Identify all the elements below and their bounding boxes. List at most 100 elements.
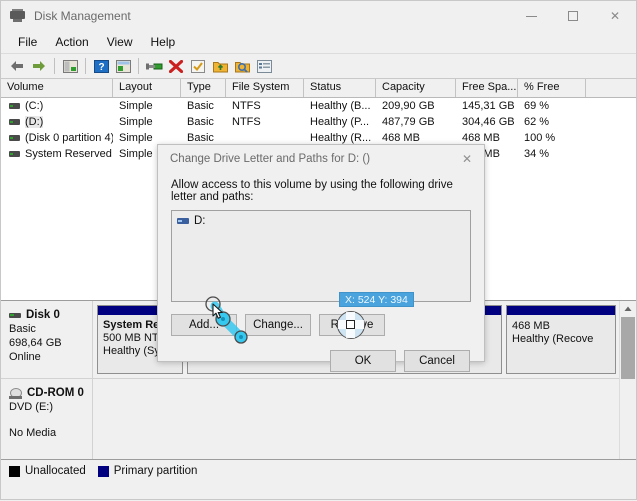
dialog-close-button[interactable]: ✕	[450, 145, 484, 173]
disk-name-row: CD-ROM 0	[9, 387, 86, 399]
disk-icon	[9, 312, 21, 318]
cell-type: Basic	[187, 132, 214, 144]
list-view-icon[interactable]	[253, 55, 275, 77]
close-icon: ✕	[609, 9, 621, 23]
cell-percent-free: 62 %	[524, 116, 550, 128]
check-icon[interactable]	[187, 55, 209, 77]
disk-info-disk0[interactable]: Disk 0 Basic 698,64 GB Online	[1, 301, 93, 378]
drive-icon	[9, 119, 20, 125]
disk-management-window: Disk Management ✕ File Action View Help …	[0, 0, 637, 500]
legend-label-primary: Primary partition	[113, 465, 198, 477]
cell-volume: (C:)	[1, 100, 113, 112]
disk-type-label: Basic	[9, 323, 36, 335]
dialog-confirm-buttons: OK Cancel	[171, 350, 471, 372]
cell-type: Basic	[187, 116, 214, 128]
disk-name-row: Disk 0	[9, 309, 86, 321]
legend-label-unallocated: Unallocated	[25, 465, 86, 477]
column-header-filler	[586, 79, 636, 97]
cell-layout: Simple	[119, 116, 153, 128]
column-header-layout[interactable]: Layout	[113, 79, 181, 97]
help-icon[interactable]: ?	[90, 55, 112, 77]
mouse-cursor-icon	[212, 303, 225, 320]
column-header-free-space[interactable]: Free Spa...	[456, 79, 518, 97]
cell-capacity: 468 MB	[382, 132, 420, 144]
disk-panel-scrollbar[interactable]	[619, 301, 636, 481]
partition-status: Healthy (Recove	[512, 333, 594, 345]
menu-item-help[interactable]: Help	[142, 33, 185, 51]
scrollbar-thumb[interactable]	[621, 317, 635, 379]
column-header-type[interactable]: Type	[181, 79, 226, 97]
properties-icon[interactable]	[112, 55, 134, 77]
change-button[interactable]: Change...	[245, 314, 311, 336]
cursor-coordinate-badge: X: 524 Y: 394	[339, 292, 414, 307]
cell-volume: (D:)	[1, 116, 113, 128]
cell-volume-label: System Reserved	[25, 148, 112, 160]
change-drive-letter-dialog: Change Drive Letter and Paths for D: () …	[157, 144, 485, 372]
disk-status-label: No Media	[9, 427, 57, 439]
close-button[interactable]: ✕	[594, 1, 636, 31]
disk-name-label: CD-ROM 0	[27, 387, 84, 399]
cell-status: Healthy (P...	[310, 116, 370, 128]
disk-type-label: DVD (E:)	[9, 401, 53, 413]
table-row[interactable]: (C:) Simple Basic NTFS Healthy (B... 209…	[1, 98, 636, 114]
cell-percent-free: 69 %	[524, 100, 550, 112]
window-controls: ✕	[510, 1, 636, 31]
back-icon[interactable]	[6, 55, 28, 77]
cell-type: Basic	[187, 100, 214, 112]
drive-paths-listbox[interactable]: D:	[171, 210, 471, 339]
export-icon[interactable]	[209, 55, 231, 77]
column-header-percent-free[interactable]: % Free	[518, 79, 586, 97]
add-button[interactable]: Add...	[171, 314, 237, 336]
menu-bar: File Action View Help	[1, 31, 636, 53]
cell-volume: (Disk 0 partition 4)	[1, 132, 113, 144]
list-item[interactable]: D:	[177, 215, 465, 227]
drive-icon	[177, 218, 189, 224]
legend-item-unallocated: Unallocated	[9, 465, 86, 477]
delete-icon[interactable]	[165, 55, 187, 77]
cell-volume: System Reserved	[1, 148, 113, 160]
ok-button[interactable]: OK	[330, 350, 396, 372]
minimize-button[interactable]	[510, 1, 552, 31]
legend-swatch-primary	[97, 465, 109, 477]
connect-icon[interactable]	[143, 55, 165, 77]
scroll-up-icon[interactable]	[620, 301, 636, 317]
show-hide-console-tree-icon[interactable]	[59, 55, 81, 77]
maximize-button[interactable]	[552, 1, 594, 31]
disk-name-label: Disk 0	[26, 309, 60, 321]
cell-status: Healthy (B...	[310, 100, 371, 112]
cell-file-system: NTFS	[232, 100, 261, 112]
forward-icon[interactable]	[28, 55, 50, 77]
svg-text:?: ?	[98, 62, 104, 73]
toolbar-separator-1	[54, 58, 55, 74]
toolbar: ?	[1, 53, 636, 79]
search-icon[interactable]	[231, 55, 253, 77]
column-header-status[interactable]: Status	[304, 79, 376, 97]
column-header-volume[interactable]: Volume	[1, 79, 113, 97]
table-row[interactable]: (D:) Simple Basic NTFS Healthy (P... 487…	[1, 114, 636, 130]
drive-icon	[9, 135, 20, 141]
dialog-prompt: Allow access to this volume by using the…	[171, 179, 453, 203]
partition-color-bar	[507, 306, 615, 315]
partition-recovery[interactable]: 468 MB Healthy (Recove	[506, 305, 616, 374]
column-header-file-system[interactable]: File System	[226, 79, 304, 97]
legend: Unallocated Primary partition	[1, 459, 636, 499]
cell-volume-label: (C:)	[25, 100, 44, 112]
drive-icon	[9, 103, 20, 109]
volume-list-header: Volume Layout Type File System Status Ca…	[1, 79, 636, 98]
cell-volume-label: (D:)	[25, 116, 44, 128]
dialog-title: Change Drive Letter and Paths for D: ()	[170, 153, 371, 165]
cell-status: Healthy (R...	[310, 132, 372, 144]
menu-item-view[interactable]: View	[98, 33, 142, 51]
window-title: Disk Management	[34, 9, 131, 23]
cell-layout: Simple	[119, 132, 153, 144]
cell-capacity: 209,90 GB	[382, 100, 435, 112]
cell-percent-free: 34 %	[524, 148, 550, 160]
partition-size: 468 MB	[512, 320, 550, 332]
column-header-capacity[interactable]: Capacity	[376, 79, 456, 97]
drive-icon	[9, 151, 20, 157]
toolbar-separator-2	[85, 58, 86, 74]
menu-item-file[interactable]: File	[9, 33, 46, 51]
menu-item-action[interactable]: Action	[46, 33, 97, 51]
toolbar-separator-3	[138, 58, 139, 74]
cancel-button[interactable]: Cancel	[404, 350, 470, 372]
